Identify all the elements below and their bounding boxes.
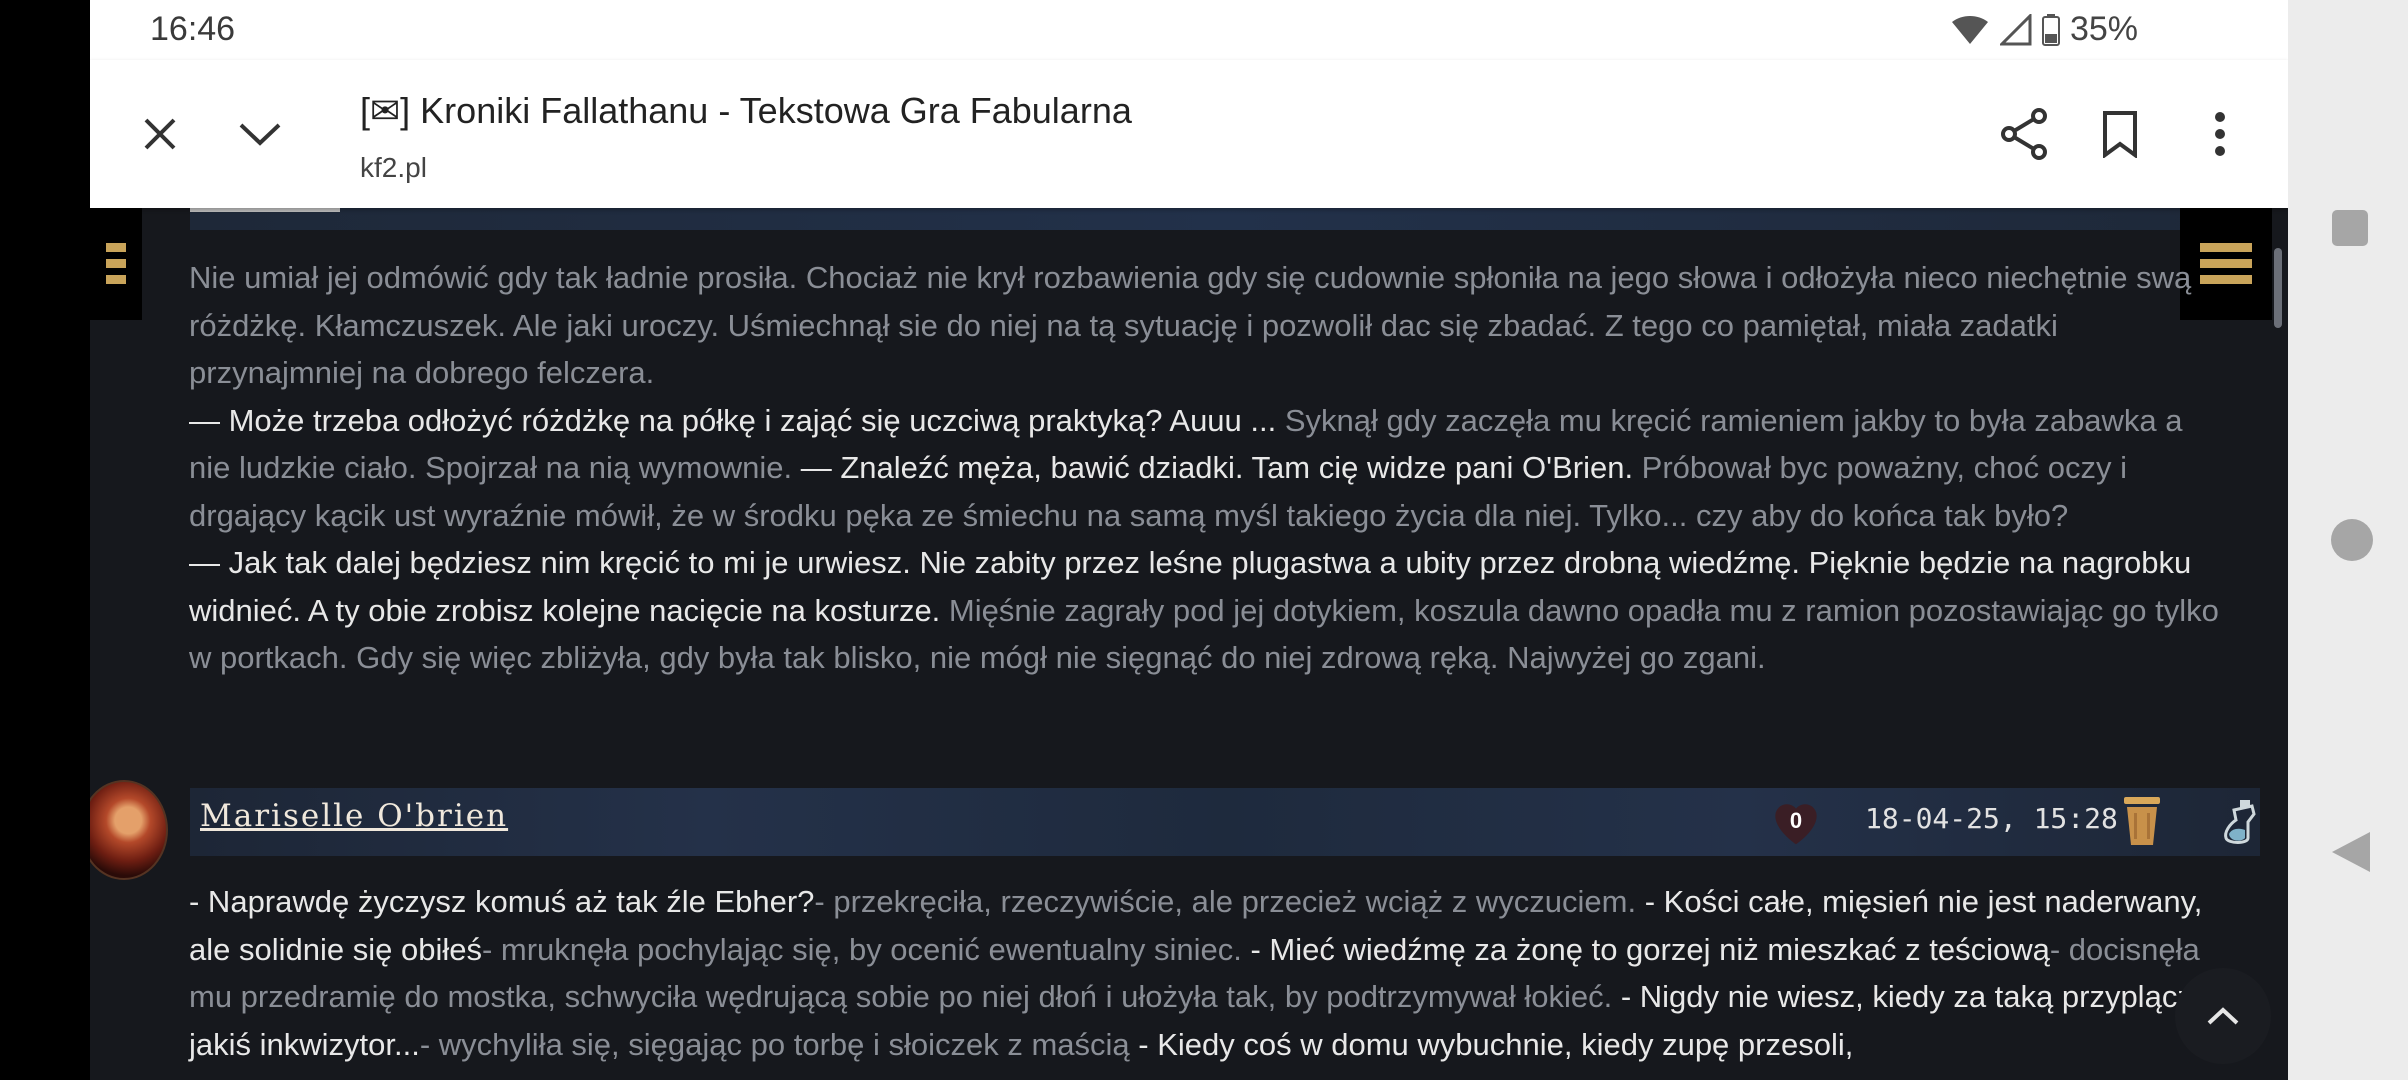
page-url: kf2.pl [360,152,427,183]
battery-percent: 35% [2069,10,2138,48]
share-icon [2001,108,2047,160]
chevron-up-icon [2207,1007,2239,1025]
previous-post-header-edge [190,208,2260,230]
bookmark-icon [2103,111,2137,158]
dialogue-text: - Naprawdę życzysz komuś aż tak źle Ebhe… [189,884,815,919]
more-vert-icon [2215,112,2225,156]
potion-icon[interactable] [2218,798,2258,851]
square-icon [2332,210,2368,246]
minimize-button[interactable] [230,104,290,164]
circle-icon [2331,519,2373,561]
chevron-down-icon [239,123,281,146]
trash-icon[interactable] [2120,795,2164,852]
avatar[interactable] [90,780,168,880]
wifi-icon [1951,15,1988,44]
home-button[interactable] [2330,518,2374,562]
close-icon [144,118,176,150]
narration-text: - mruknęła pochylając się, by ocenić ewe… [481,931,1251,967]
post-date: 18-04-25, 15:28 [1865,802,2118,835]
share-button[interactable] [1995,104,2055,164]
narration-text: - wychyliła się, sięgając po torbę i sło… [419,1026,1139,1062]
scrollbar-thumb[interactable] [2274,248,2282,328]
narration-text: Nie umiał jej odmówić gdy tak ładnie pro… [189,260,2192,390]
more-options-button[interactable] [2190,104,2250,164]
battery-icon [2041,13,2060,46]
browser-toolbar: [✉] Kroniki Fallathanu - Tekstowa Gra Fa… [90,60,2288,208]
like-button[interactable]: 0 [1765,790,1827,852]
cellular-icon [1999,13,2032,45]
dialogue-text: — Znaleźć męża, bawić dziadki. Tam cię w… [800,450,1634,485]
status-bar: 16:46 35% [90,0,2288,60]
back-button[interactable] [2330,830,2372,874]
left-menu-icon[interactable] [90,208,142,320]
status-time: 16:46 [150,10,236,48]
narration-text: - przekręciła, rzeczywiście, ale przecie… [814,884,1645,919]
post-body-mariselle: - Naprawdę życzysz komuś aż tak źle Ebhe… [189,878,2229,1068]
dialogue-text: - Mieć wiedźmę za żonę to gorzej niż mie… [1250,931,2050,967]
post-author-link[interactable]: Mariselle O'brien [200,798,508,834]
post-body-previous: Nie umiał jej odmówić gdy tak ładnie pro… [189,254,2229,682]
triangle-back-icon [2332,832,2370,872]
close-button[interactable] [130,104,190,164]
like-count: 0 [1789,808,1803,833]
scroll-to-top-button[interactable] [2175,968,2271,1064]
page-title: [✉] Kroniki Fallathanu - Tekstowa Gra Fa… [360,90,1132,131]
dialogue-text: — Może trzeba odłożyć różdżkę na półkę i… [189,402,1277,438]
recents-button[interactable] [2330,208,2370,248]
dialogue-text: - Kiedy coś w domu wybuchnie, kiedy zupę… [1138,1026,1854,1062]
left-bezel [0,0,90,1080]
bookmark-button[interactable] [2090,104,2150,164]
